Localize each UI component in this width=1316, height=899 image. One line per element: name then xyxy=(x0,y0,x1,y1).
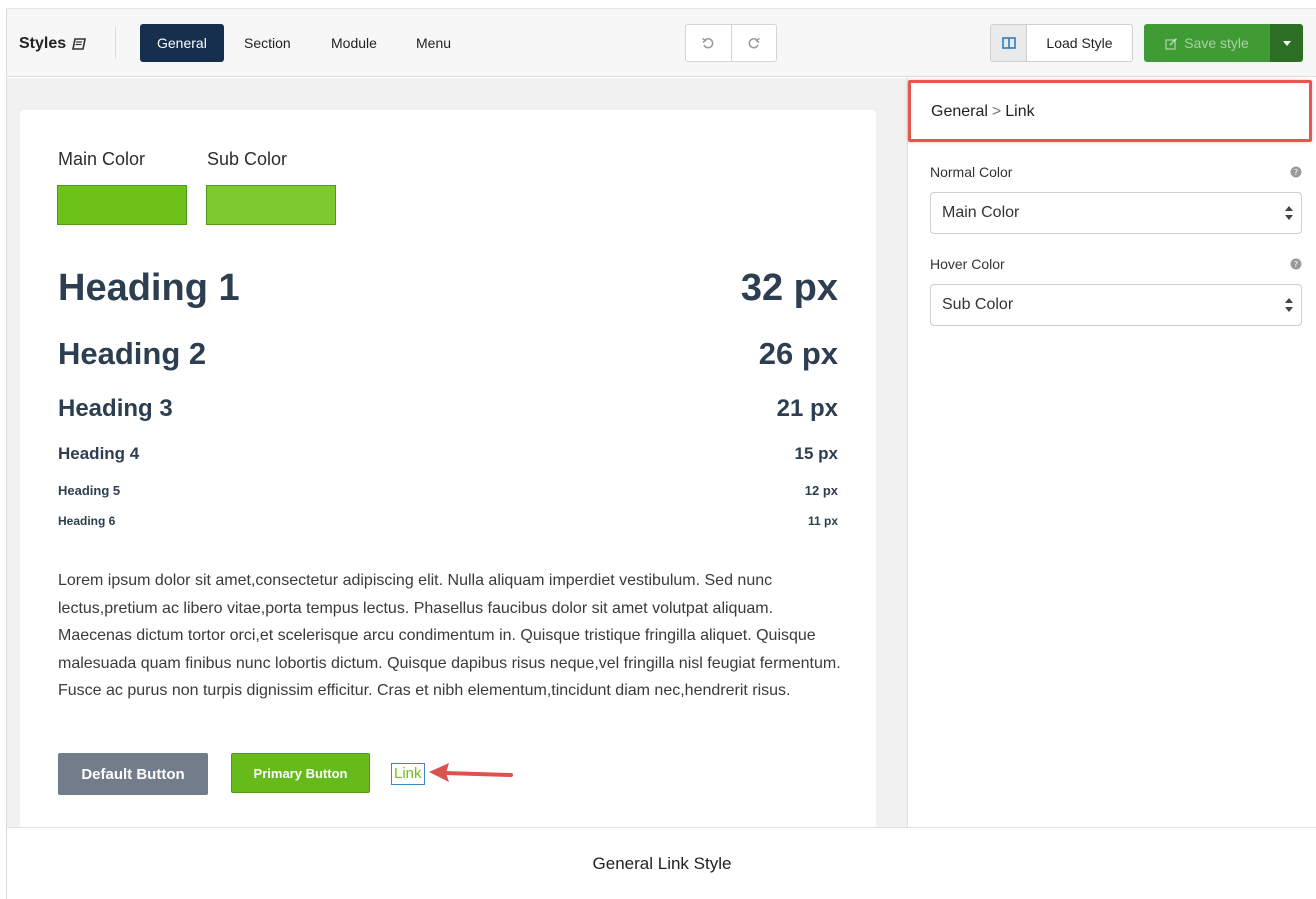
properties-panel: General > Link Normal Color ? Main Color H… xyxy=(907,78,1316,828)
caret-down-icon xyxy=(1282,40,1291,46)
sub-color-label: Sub Color xyxy=(207,149,288,169)
undo-button[interactable] xyxy=(686,25,731,61)
main-color-label: Main Color xyxy=(58,149,146,169)
primary-button-sample[interactable]: Primary Button xyxy=(231,753,370,793)
caption-bar: General Link Style xyxy=(7,827,1316,899)
heading-5-label: Heading 5 xyxy=(58,483,121,498)
main-color-swatch[interactable] xyxy=(57,185,187,225)
load-style-button[interactable]: Load Style xyxy=(1027,25,1132,61)
heading-4-row: Heading 4 15 px xyxy=(58,444,838,464)
select-arrows-icon xyxy=(1285,298,1293,312)
svg-text:?: ? xyxy=(1294,168,1298,177)
hover-color-select[interactable]: Sub Color xyxy=(930,284,1302,326)
heading-1-size: 32 px xyxy=(740,267,838,309)
heading-3-size: 21 px xyxy=(776,395,838,422)
help-icon[interactable]: ? xyxy=(1290,258,1302,270)
arrow-annotation-icon xyxy=(429,763,513,782)
save-style-label: Save style xyxy=(1184,35,1249,51)
edit-icon xyxy=(1165,37,1178,50)
app-title-text: Styles xyxy=(19,35,67,52)
breadcrumb-general[interactable]: General xyxy=(931,103,988,120)
layout-toggle-button[interactable] xyxy=(991,25,1027,61)
link-sample[interactable]: Link xyxy=(391,763,425,785)
help-icon[interactable]: ? xyxy=(1290,166,1302,178)
normal-color-label: Normal Color xyxy=(930,164,1013,180)
heading-6-size: 11 px xyxy=(807,514,838,528)
heading-5-row: Heading 5 12 px xyxy=(58,483,838,498)
redo-button[interactable] xyxy=(730,25,777,61)
default-button-sample[interactable]: Default Button xyxy=(58,753,208,795)
select-arrows-icon xyxy=(1285,206,1293,220)
save-options-dropdown[interactable] xyxy=(1270,24,1303,62)
heading-2-size: 26 px xyxy=(758,336,838,371)
breadcrumb-link: Link xyxy=(1005,103,1035,120)
columns-icon xyxy=(1001,37,1016,49)
heading-2-row: Heading 2 26 px xyxy=(58,336,838,372)
undo-redo-group xyxy=(685,24,777,62)
app-title: Styles xyxy=(19,35,87,53)
breadcrumb-separator: > xyxy=(991,103,1002,120)
heading-2-label: Heading 2 xyxy=(58,336,207,371)
heading-6-label: Heading 6 xyxy=(58,514,116,528)
normal-color-select[interactable]: Main Color xyxy=(930,192,1302,234)
toolbar-divider xyxy=(115,27,116,59)
save-style-group: Save style xyxy=(1144,24,1303,62)
save-style-button[interactable]: Save style xyxy=(1144,24,1270,62)
undo-icon xyxy=(702,37,714,49)
normal-color-value: Main Color xyxy=(942,204,1020,221)
figure-caption: General Link Style xyxy=(592,854,732,873)
heading-6-row: Heading 6 11 px xyxy=(58,514,838,528)
breadcrumb: General > Link xyxy=(908,80,1312,142)
hover-color-value: Sub Color xyxy=(942,296,1014,313)
body-text-sample: Lorem ipsum dolor sit amet,consectetur a… xyxy=(58,572,841,699)
tab-module[interactable]: Module xyxy=(314,24,394,62)
heading-3-row: Heading 3 21 px xyxy=(58,395,838,423)
tab-menu[interactable]: Menu xyxy=(399,24,468,62)
heading-4-size: 15 px xyxy=(794,444,838,463)
sub-color-swatch[interactable] xyxy=(206,185,336,225)
heading-1-row: Heading 1 32 px xyxy=(58,267,838,310)
hover-color-label: Hover Color xyxy=(930,256,1005,272)
book-icon xyxy=(72,38,87,50)
heading-4-label: Heading 4 xyxy=(58,444,140,463)
load-style-group: Load Style xyxy=(990,24,1133,62)
heading-5-size: 12 px xyxy=(804,483,838,498)
tab-general[interactable]: General xyxy=(140,24,224,62)
tab-section[interactable]: Section xyxy=(227,24,308,62)
heading-3-label: Heading 3 xyxy=(58,395,173,422)
app-frame: Styles General Section Module Menu Load … xyxy=(6,8,1316,899)
svg-text:?: ? xyxy=(1294,260,1298,269)
heading-1-label: Heading 1 xyxy=(58,267,240,309)
redo-icon xyxy=(748,37,760,49)
top-toolbar: Styles General Section Module Menu Load … xyxy=(7,9,1316,77)
